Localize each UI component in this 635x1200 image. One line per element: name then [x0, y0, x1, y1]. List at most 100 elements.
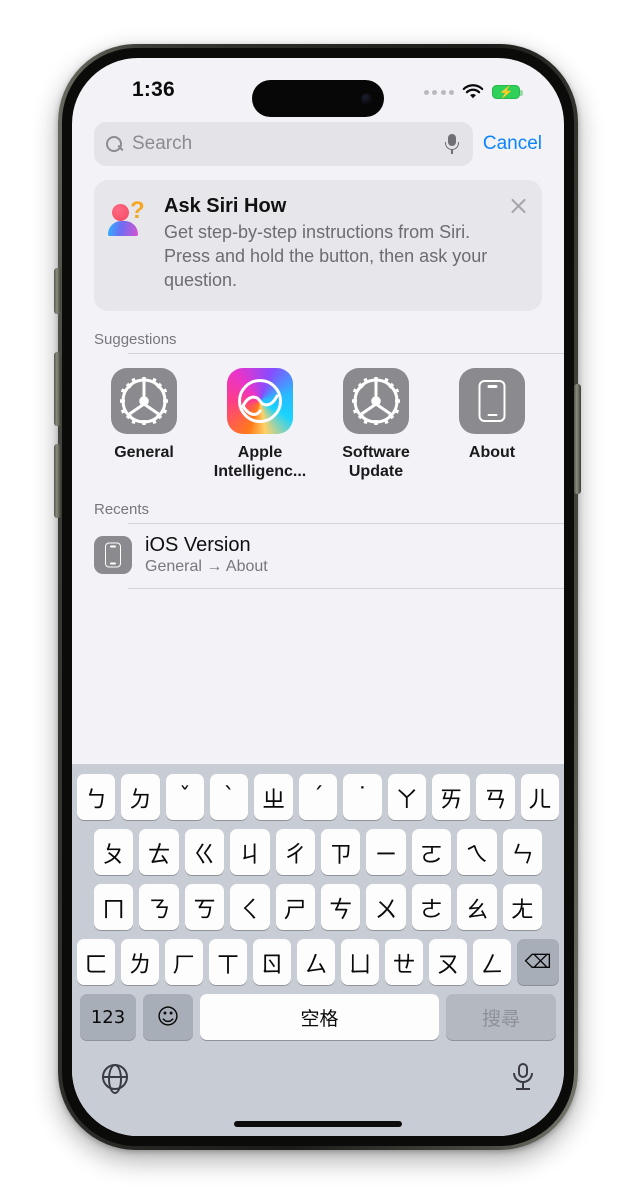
key-bopomofo[interactable]: ㄝ [385, 939, 423, 985]
key-bopomofo[interactable]: ㄗ [321, 829, 361, 875]
gear-icon [343, 367, 409, 434]
iphone-icon [94, 536, 132, 575]
front-camera-icon [361, 93, 372, 104]
microphone-icon[interactable] [512, 1063, 534, 1091]
suggestions-header: Suggestions [94, 330, 177, 348]
key-bopomofo[interactable]: ㄆ [93, 829, 134, 875]
volume-down-button[interactable] [54, 444, 61, 518]
suggestion-label: Software Update [342, 443, 410, 480]
key-bopomofo[interactable]: ㄩ [341, 939, 379, 985]
key-bopomofo[interactable]: ㄉ [121, 774, 160, 820]
charging-bolt-glyph: ⚡ [498, 85, 514, 99]
recent-item-title: iOS Version [145, 534, 251, 557]
wifi-icon [462, 84, 484, 99]
key-bopomofo[interactable]: ㄒ [209, 939, 247, 985]
key-bopomofo[interactable]: ㄛ [411, 829, 452, 875]
backspace-key[interactable]: ⌫ [517, 939, 559, 985]
key-bopomofo[interactable]: ㄚ [387, 774, 426, 820]
key-bopomofo[interactable]: ㄏ [165, 939, 203, 985]
suggestion-label: Apple Intelligenc... [213, 443, 307, 480]
key-bopomofo[interactable]: ㄈ [77, 939, 115, 985]
phone-screen: 1:36 ⚡ Search Cancel ? Ask Siri How Get … [72, 58, 564, 1136]
key-bopomofo[interactable]: ㄍ [184, 829, 225, 875]
key-bopomofo[interactable]: ㄕ [275, 884, 315, 930]
suggestion-software-update[interactable]: Software Update [318, 367, 434, 481]
key-bopomofo[interactable]: ㄓ [254, 774, 293, 820]
key-bopomofo[interactable]: ㄔ [275, 829, 315, 875]
search-field[interactable]: Search [94, 122, 473, 166]
suggestion-apple-intelligence[interactable]: Apple Intelligenc... [202, 367, 318, 481]
siri-card-title: Ask Siri How [164, 195, 287, 217]
keyboard-row-4: ㄈ ㄌ ㄏ ㄒ ㄖ ㄙ ㄩ ㄝ ㄡ ㄥ ⌫ [72, 939, 564, 985]
key-bopomofo[interactable]: ˙ [343, 774, 382, 820]
divider [128, 588, 564, 590]
recent-item-subtitle: General → About [145, 558, 268, 576]
volume-up-button[interactable] [54, 352, 61, 426]
microphone-icon[interactable] [443, 134, 461, 154]
key-bopomofo[interactable]: ˊ [298, 774, 338, 820]
keyboard-row-1: ㄅ ㄉ ˇ ˋ ㄓ ˊ ˙ ㄚ ㄞ ㄢ ㄦ [72, 774, 564, 820]
key-bopomofo[interactable]: ㄇ [93, 884, 134, 930]
bopomofo-keyboard: ㄅ ㄉ ˇ ˋ ㄓ ˊ ˙ ㄚ ㄞ ㄢ ㄦ ㄆ ㄊ ㄍ ㄐ ㄔ ㄗ ㄧ ㄛ ㄟ … [72, 764, 564, 1136]
key-bopomofo[interactable]: ㄞ [431, 774, 471, 820]
siri-card-body: Get step-by-step instructions from Siri.… [164, 222, 488, 290]
globe-icon[interactable] [102, 1064, 128, 1090]
key-bopomofo[interactable]: ㄊ [139, 829, 179, 875]
search-bar-row: Search Cancel [72, 116, 564, 176]
suggestions-grid: General Apple Intelligenc... Software Up… [72, 354, 564, 481]
keyboard-row-2: ㄆ ㄊ ㄍ ㄐ ㄔ ㄗ ㄧ ㄛ ㄟ ㄣ [72, 829, 564, 875]
key-bopomofo[interactable]: ㄠ [457, 884, 497, 930]
key-bopomofo[interactable]: ㄘ [321, 884, 361, 930]
key-bopomofo[interactable]: ㄐ [230, 829, 270, 875]
status-indicators: ⚡ [423, 84, 523, 100]
key-bopomofo[interactable]: ㄑ [230, 884, 270, 930]
ask-siri-how-card[interactable]: ? Ask Siri How Get step-by-step instruct… [94, 180, 542, 311]
suggestion-about[interactable]: About [434, 367, 550, 481]
key-bopomofo[interactable]: ㄣ [502, 829, 543, 875]
battery-charging-icon: ⚡ [492, 85, 523, 99]
close-icon[interactable] [508, 196, 528, 216]
suggestion-label: General [114, 443, 174, 461]
keyboard-utility-row [72, 1049, 564, 1091]
home-indicator[interactable] [234, 1121, 402, 1127]
signal-dots-icon [423, 89, 454, 95]
key-bopomofo[interactable]: ㄖ [253, 939, 291, 985]
recents-header: Recents [94, 501, 150, 519]
dynamic-island [252, 80, 384, 117]
action-button[interactable] [54, 268, 61, 314]
search-return-key[interactable]: 搜尋 [446, 994, 556, 1040]
key-bopomofo[interactable]: ㄢ [476, 774, 515, 820]
key-bopomofo[interactable]: ˇ [165, 774, 205, 820]
search-input[interactable]: Search [132, 133, 434, 155]
status-time: 1:36 [132, 78, 175, 101]
numbers-key[interactable]: 123 [80, 994, 136, 1040]
space-key[interactable]: 空格 [200, 994, 439, 1040]
key-bopomofo[interactable]: ㄥ [473, 939, 511, 985]
key-bopomofo[interactable]: ㄟ [457, 829, 497, 875]
key-bopomofo[interactable]: ㄙ [297, 939, 335, 985]
cancel-button[interactable]: Cancel [483, 133, 542, 155]
key-bopomofo[interactable]: ㄎ [184, 884, 225, 930]
gear-icon [111, 367, 177, 434]
key-bopomofo[interactable]: ㄦ [520, 774, 559, 820]
key-bopomofo[interactable]: ㄤ [502, 884, 543, 930]
power-button[interactable] [574, 384, 581, 494]
emoji-key[interactable]: ☺ [143, 994, 193, 1040]
key-bopomofo[interactable]: ㄌ [121, 939, 159, 985]
search-icon [106, 135, 123, 153]
siri-card-text: Ask Siri How Get step-by-step instructio… [164, 195, 528, 293]
key-bopomofo[interactable]: ㄧ [366, 829, 406, 875]
suggestion-label: About [468, 443, 516, 461]
key-bopomofo[interactable]: ㄜ [411, 884, 452, 930]
list-item[interactable]: iOS Version General → About [72, 524, 564, 588]
key-bopomofo[interactable]: ㄋ [139, 884, 179, 930]
siri-person-question-icon: ? [108, 199, 152, 243]
key-bopomofo[interactable]: ˋ [210, 774, 249, 820]
key-bopomofo[interactable]: ㄅ [77, 774, 116, 820]
recent-item-text: iOS Version General → About [145, 534, 268, 576]
key-bopomofo[interactable]: ㄨ [366, 884, 406, 930]
iphone-icon [459, 367, 525, 434]
suggestion-general[interactable]: General [86, 367, 202, 481]
key-bopomofo[interactable]: ㄡ [429, 939, 467, 985]
keyboard-row-3: ㄇ ㄋ ㄎ ㄑ ㄕ ㄘ ㄨ ㄜ ㄠ ㄤ [72, 884, 564, 930]
